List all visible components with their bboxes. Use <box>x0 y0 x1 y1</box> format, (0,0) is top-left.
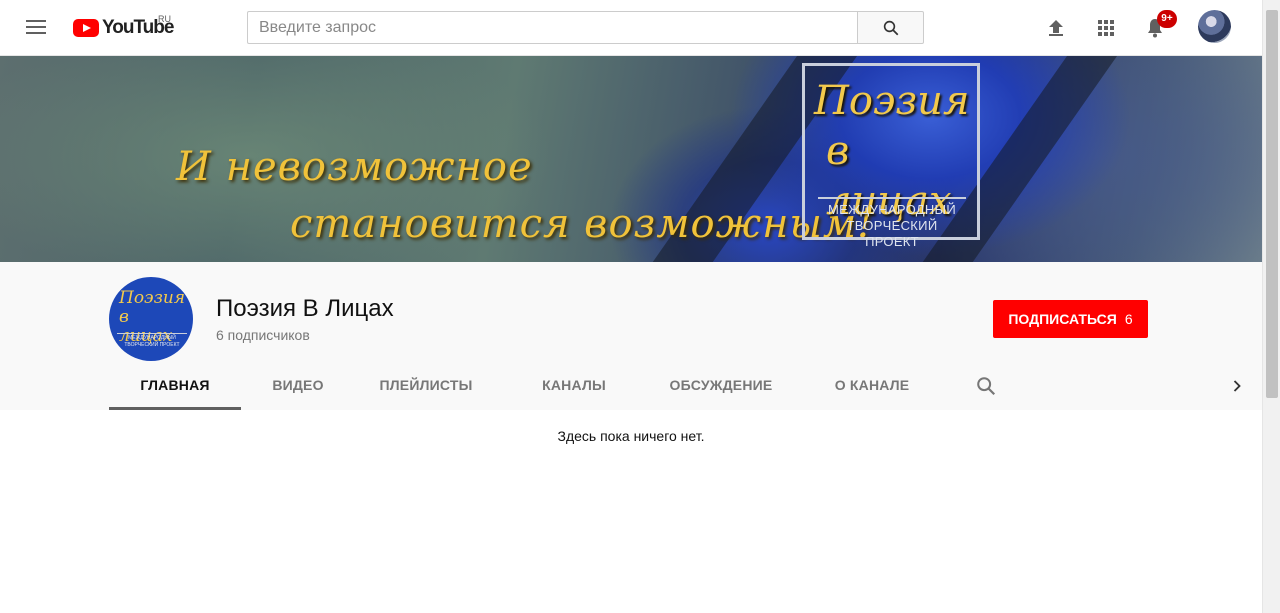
search-button[interactable] <box>857 11 924 44</box>
subscriber-count: 6 подписчиков <box>216 327 310 343</box>
banner-slogan-line1: И невозможное <box>176 144 533 190</box>
subscribe-count: 6 <box>1124 311 1133 327</box>
channel-search-button[interactable] <box>975 375 997 397</box>
channel-avatar-subtitle: МЕЖДУНАРОДНЫЙ ТВОРЧЕСКИЙ ПРОЕКТ <box>117 333 187 349</box>
empty-state-message: Здесь пока ничего нет. <box>557 428 705 444</box>
chevron-right-icon <box>1233 380 1241 392</box>
search-icon <box>883 20 899 36</box>
banner-slogan-line2: становится возможным! <box>290 201 875 247</box>
channel-name: Поэзия В Лицах <box>216 295 394 322</box>
masthead: YouTube RU 9+ <box>0 0 1262 56</box>
subscribe-label: ПОДПИСАТЬСЯ <box>1008 311 1117 327</box>
banner-logo-divider <box>818 197 966 199</box>
apps-grid-icon <box>1098 20 1114 36</box>
banner-logo-title-line1: Поэзия <box>814 78 970 124</box>
tab-playlists[interactable]: ПЛЕЙЛИСТЫ <box>355 366 497 410</box>
scrollbar-thumb[interactable] <box>1266 10 1278 398</box>
logo-region: RU <box>158 14 171 24</box>
search-input[interactable] <box>248 12 858 43</box>
apps-button[interactable] <box>1094 16 1118 40</box>
search-box <box>247 11 858 44</box>
user-avatar[interactable] <box>1198 10 1231 43</box>
banner-logo-subtitle: МЕЖДУНАРОДНЫЙ ТВОРЧЕСКИЙ ПРОЕКТ <box>818 202 966 250</box>
search-icon <box>977 377 996 396</box>
tabs-next-button[interactable] <box>1227 376 1247 396</box>
youtube-logo[interactable]: YouTube RU <box>73 14 174 39</box>
subscribe-button[interactable]: ПОДПИСАТЬСЯ 6 <box>993 300 1148 338</box>
tab-about[interactable]: О КАНАЛЕ <box>791 366 953 410</box>
banner-logo-subtitle-line1: МЕЖДУНАРОДНЫЙ <box>828 202 956 217</box>
channel-avatar[interactable]: Поэзия в лицах МЕЖДУНАРОДНЫЙ ТВОРЧЕСКИЙ … <box>109 277 193 361</box>
tab-home[interactable]: ГЛАВНАЯ <box>109 366 241 410</box>
tab-discussion[interactable]: ОБСУЖДЕНИЕ <box>651 366 791 410</box>
page-scrollbar[interactable] <box>1262 0 1280 613</box>
channel-avatar-title-line1: Поэзия <box>119 288 186 308</box>
hamburger-menu-icon[interactable] <box>24 16 48 40</box>
upload-icon <box>1049 20 1063 36</box>
tab-videos[interactable]: ВИДЕО <box>241 366 355 410</box>
channel-header: Поэзия в лицах МЕЖДУНАРОДНЫЙ ТВОРЧЕСКИЙ … <box>0 262 1262 410</box>
banner-logo-subtitle-line2: ТВОРЧЕСКИЙ ПРОЕКТ <box>846 218 938 249</box>
youtube-play-icon <box>73 19 99 37</box>
tab-channels[interactable]: КАНАЛЫ <box>497 366 651 410</box>
notification-badge: 9+ <box>1157 10 1177 28</box>
upload-button[interactable] <box>1044 16 1068 40</box>
channel-banner: И невозможное становится возможным! Поэз… <box>0 56 1262 262</box>
